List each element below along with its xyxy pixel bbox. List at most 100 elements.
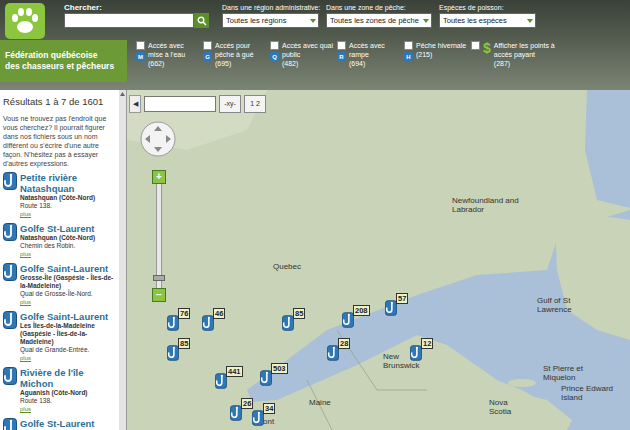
search-label: Chercher: [64,3,216,13]
map-label: Quebec [273,262,333,271]
pin-count: 12 [421,338,433,349]
pin-count: 46 [213,308,225,319]
map-label: Maine [309,398,349,407]
paw-logo-icon [5,3,45,39]
filter-label: Dans une région administrative: [222,3,319,13]
map-toolbar: ◀ -xy-1 2 [129,95,266,113]
zoom-in-button[interactable]: + [152,170,166,184]
map-pin[interactable]: 441 [215,373,227,389]
pan-control-icon[interactable] [139,120,177,158]
more-link[interactable]: plus [20,354,116,362]
hook-icon [3,223,17,241]
hook-icon [3,172,17,190]
access-filter[interactable]: RAccès avec rampe(694) [337,41,401,90]
scrollbar[interactable] [119,90,126,430]
checkbox[interactable] [270,41,279,50]
access-badge: H [404,52,413,61]
dropdown-arrow-icon [308,14,318,27]
results-hint: Vous ne trouvez pas l'endroit que vous c… [3,114,116,168]
access-filter[interactable]: MAccès avec mise à l'eau(662) [136,41,200,90]
access-filter[interactable]: GAccès pour pêche à gué(695) [203,41,267,90]
map-pin[interactable]: 503 [260,370,272,386]
filter-label: Espèces de poisson: [439,3,536,13]
results-panel: Résultats 1 à 7 de 1601 Vous ne trouvez p… [0,90,127,430]
pin-count: 441 [226,366,243,377]
map-pin[interactable]: 12 [410,345,422,361]
filter-group: Dans une région administrative:Toutes le… [222,3,319,28]
more-link[interactable]: plus [20,298,116,306]
zoom-handle[interactable] [153,275,165,281]
checkbox[interactable] [404,41,413,50]
filter-group: Dans une zone de pêche:Toutes les zones … [326,3,432,28]
map-label: Nova Scotia [489,398,529,416]
pin-count: 26 [241,398,253,409]
map-pin[interactable]: 46 [202,315,214,331]
more-link[interactable]: plus [20,210,116,218]
pin-count: 76 [178,308,190,319]
scroll-up-icon [119,90,126,98]
map-label: Gulf of St Lawrence [537,296,589,314]
pin-count: 57 [396,293,408,304]
map-tool-button[interactable]: 1 2 [244,95,266,113]
result-item[interactable]: Rivière de l'île MichonAguanish (Côte-No… [3,367,116,413]
map-pin[interactable]: 85 [282,315,294,331]
result-item[interactable]: Golfe St-LaurentNatashquan (Côte-Nord)Ch… [3,223,116,258]
map-pin[interactable]: 28 [327,345,339,361]
pin-count: 208 [353,305,370,316]
more-link[interactable]: plus [20,405,116,413]
map-pin[interactable]: 76 [167,315,179,331]
hook-icon [3,418,17,430]
search-group: Chercher: [64,0,216,28]
result-item[interactable]: Petite rivière NatashquanNatashquan (Côt… [3,172,116,218]
map[interactable]: Quebec Newfoundland and Labrador Gulf of S… [127,90,630,430]
zoom-control: +− [152,170,166,302]
filter-label: Dans une zone de pêche: [326,3,432,13]
checkbox[interactable] [471,41,480,50]
access-filter[interactable]: HPêche hivernale(215) [404,41,468,90]
access-badge: M [136,52,145,61]
filter-dropdown[interactable]: Toutes les espèces [439,13,536,28]
body: Résultats 1 à 7 de 1601 Vous ne trouvez p… [0,90,630,430]
map-label: Newfoundland and Labrador [452,196,524,214]
hook-icon [3,367,17,385]
collapse-button[interactable]: ◀ [129,95,141,113]
hook-icon [3,311,17,329]
checkbox[interactable] [337,41,346,50]
checkbox[interactable] [203,41,212,50]
zoom-out-button[interactable]: − [152,288,166,302]
result-item[interactable]: Golfe Saint-LaurentGrosse-Île (Gaspésie … [3,263,116,306]
search-button[interactable] [194,13,209,28]
paid-filter[interactable]: $Afficher les points à accès payant(287) [471,41,555,90]
zoom-track[interactable] [156,184,162,288]
map-label: St Pierre et Miquelon [543,364,595,382]
search-row: Chercher: Dans une région administrative:… [0,0,630,40]
map-label: New Brunswick [383,352,431,370]
coords-input[interactable] [144,96,216,112]
filter-row: Fédération québécoisedes chasseurs et pê… [0,40,630,90]
access-filter[interactable]: QAccès avec quai public(482) [270,41,334,90]
pin-count: 503 [271,363,288,374]
filter-dropdown[interactable]: Toutes les régions [222,13,319,28]
map-tool-button[interactable]: -xy- [219,95,241,113]
map-pin[interactable]: 85 [167,345,179,361]
result-item[interactable]: Golfe Saint-LaurentLes Îles-de-la-Madele… [3,311,116,362]
header: Chercher: Dans une région administrative:… [0,0,630,90]
magnifier-icon [197,16,207,26]
app: Chercher: Dans une région administrative:… [0,0,630,430]
map-pin[interactable]: 34 [252,410,264,426]
pin-count: 85 [178,338,190,349]
map-pin[interactable]: 208 [342,312,354,328]
dropdown-arrow-icon [525,14,535,27]
filter-dropdown[interactable]: Toutes les zones de pêche [326,13,432,28]
map-pin[interactable]: 26 [230,405,242,421]
search-input[interactable] [64,13,194,28]
results-summary: Résultats 1 à 7 de 1601 [3,96,116,108]
hook-icon [3,263,17,281]
more-link[interactable]: plus [20,250,95,258]
pin-count: 34 [263,403,275,414]
map-pin[interactable]: 57 [385,300,397,316]
result-item[interactable]: Golfe St-Laurent [3,418,116,430]
checkbox[interactable] [136,41,145,50]
map-label: Prince Edward Island [561,384,615,402]
pin-count: 28 [338,338,350,349]
